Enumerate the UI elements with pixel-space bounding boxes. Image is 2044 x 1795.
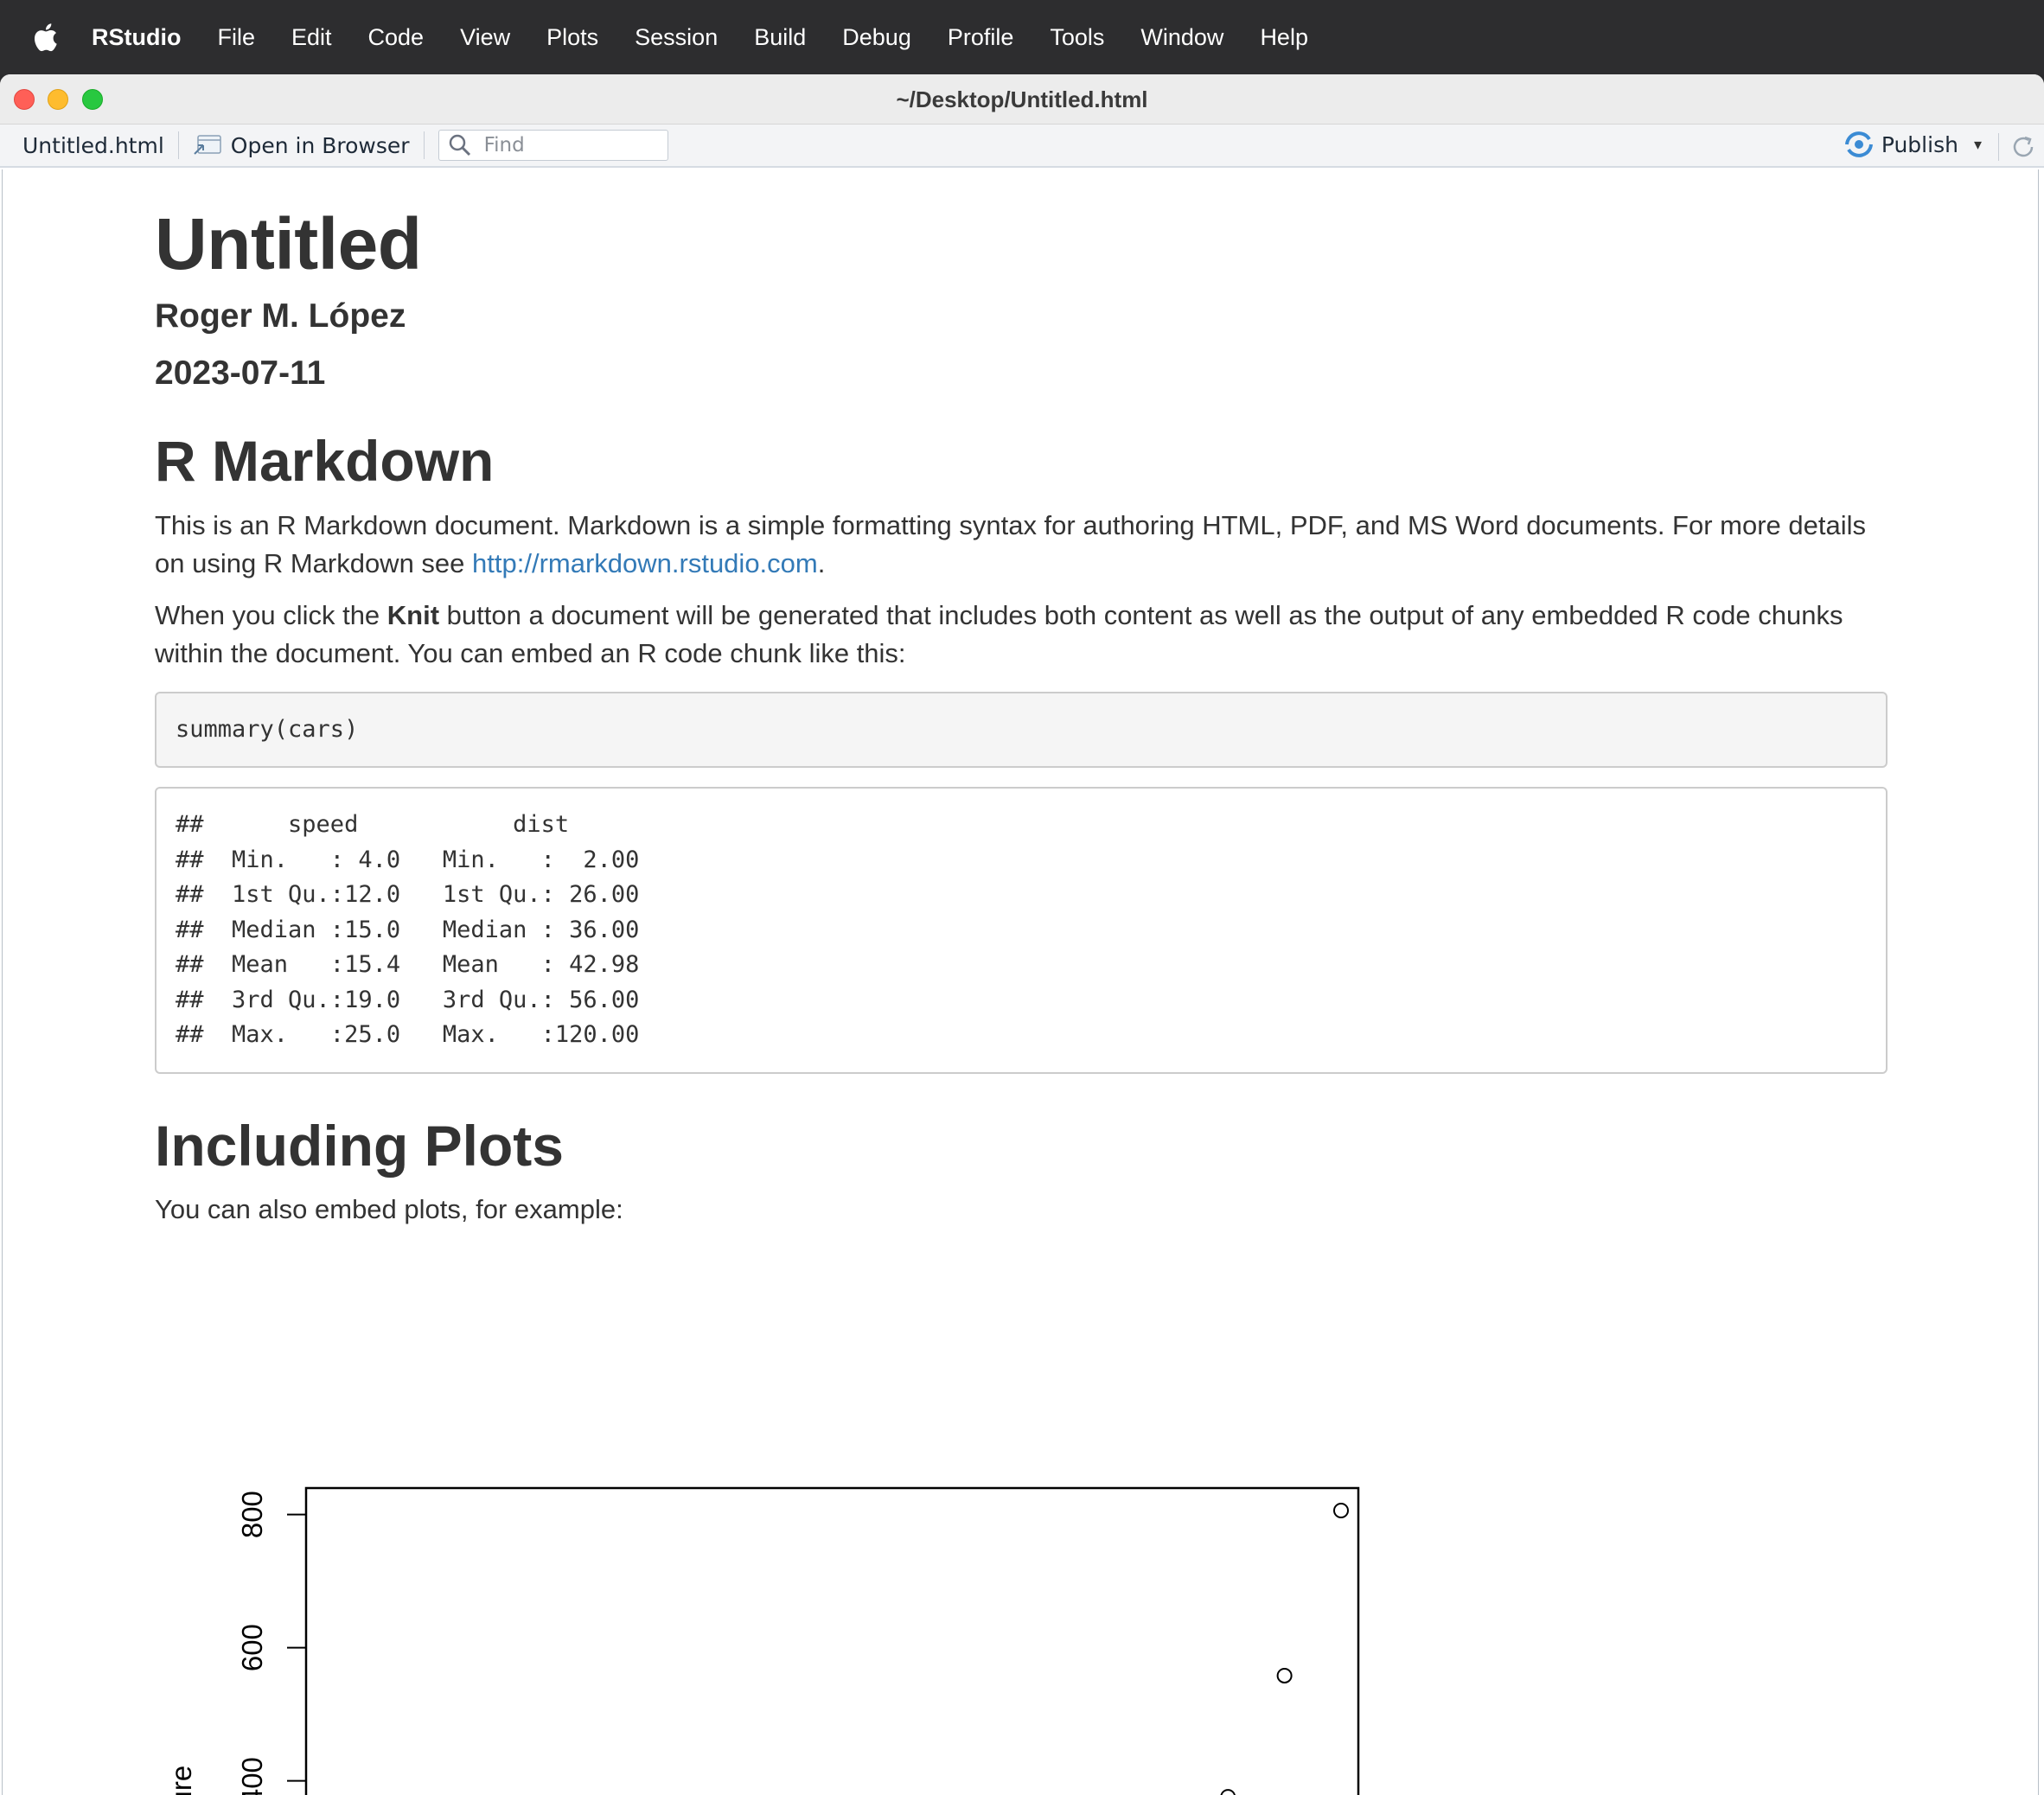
browser-window-icon	[194, 135, 221, 155]
menu-view[interactable]: View	[460, 24, 510, 51]
data-point	[1276, 1667, 1293, 1683]
menu-profile[interactable]: Profile	[948, 24, 1014, 51]
window-title: ~/Desktop/Untitled.html	[896, 86, 1148, 112]
menu-file[interactable]: File	[217, 24, 255, 51]
data-point	[1220, 1789, 1236, 1795]
plot-frame	[304, 1486, 1360, 1795]
publish-button[interactable]: Publish ▾	[1843, 131, 1982, 158]
y-tick-label: 400	[236, 1757, 268, 1795]
menu-help[interactable]: Help	[1260, 24, 1308, 51]
menu-app-rstudio[interactable]: RStudio	[92, 24, 181, 51]
y-tick-label: 800	[236, 1491, 268, 1538]
search-icon	[449, 134, 470, 157]
toolbar-divider	[177, 131, 179, 159]
publish-label: Publish	[1881, 131, 1958, 157]
menu-edit[interactable]: Edit	[291, 24, 332, 51]
y-axis-label: pressure	[165, 1766, 197, 1795]
find-input[interactable]	[483, 134, 657, 157]
find-field[interactable]	[438, 130, 668, 161]
viewer-toolbar: Untitled.html Open in Browser Pu	[0, 125, 2044, 168]
pressure-plot-svg: 400 600 800 pressure	[165, 1486, 1360, 1795]
pressure-plot: 400 600 800 pressure	[3, 169, 1386, 1795]
file-name-label: Untitled.html	[22, 132, 164, 158]
y-axis: 400 600 800	[236, 1491, 306, 1795]
html-viewer-content[interactable]: Untitled Roger M. López 2023-07-11 R Mar…	[2, 169, 2039, 1795]
chevron-down-icon[interactable]: ▾	[1974, 136, 1982, 154]
publish-icon	[1844, 131, 1873, 157]
menu-window[interactable]: Window	[1140, 24, 1223, 51]
open-in-browser-label: Open in Browser	[230, 132, 410, 158]
refresh-icon[interactable]	[2009, 133, 2037, 161]
menu-debug[interactable]: Debug	[842, 24, 911, 51]
toolbar-divider	[423, 131, 425, 159]
scatter-points	[1220, 1503, 1349, 1795]
macos-menu-bar: RStudio File Edit Code View Plots Sessio…	[0, 0, 2044, 74]
menu-plots[interactable]: Plots	[546, 24, 598, 51]
viewer-window: ~/Desktop/Untitled.html Untitled.html Op…	[0, 74, 2044, 1795]
menu-session[interactable]: Session	[635, 24, 718, 51]
toolbar-divider	[1998, 133, 1999, 161]
open-in-browser-button[interactable]: Open in Browser	[193, 133, 410, 158]
data-point	[1333, 1503, 1349, 1518]
y-tick-label: 600	[236, 1624, 268, 1671]
menu-code[interactable]: Code	[368, 24, 425, 51]
apple-icon[interactable]	[31, 21, 59, 54]
menu-build[interactable]: Build	[754, 24, 806, 51]
window-titlebar[interactable]: ~/Desktop/Untitled.html	[0, 74, 2044, 125]
menu-tools[interactable]: Tools	[1050, 24, 1104, 51]
